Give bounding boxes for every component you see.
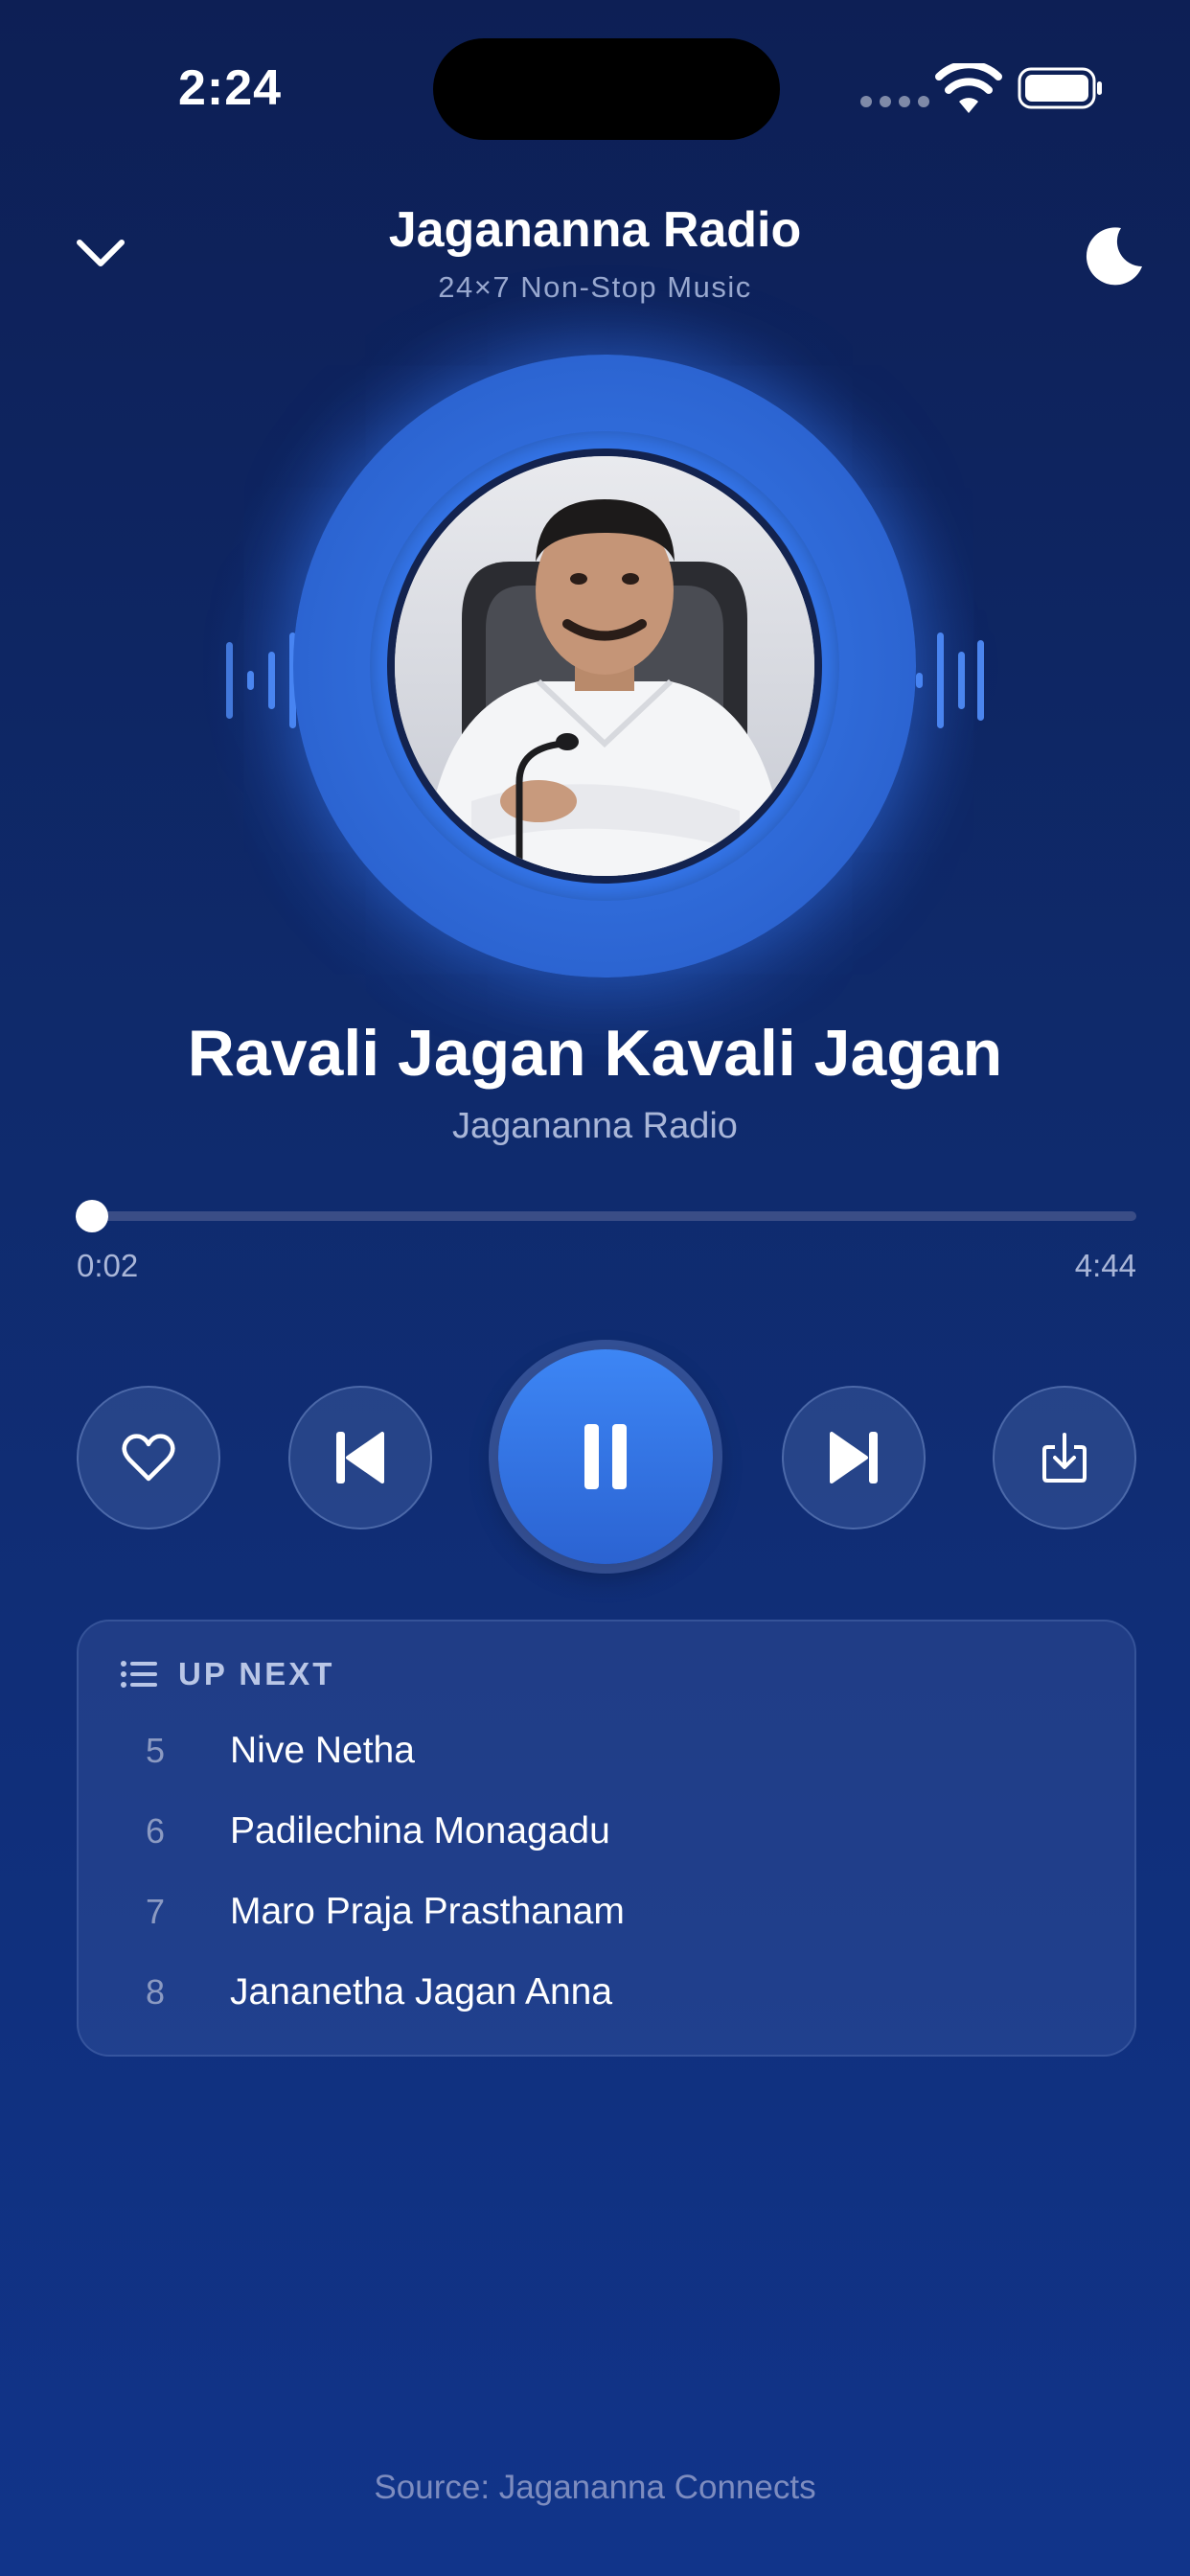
battery-icon: [1018, 67, 1102, 109]
list-icon: [121, 1661, 157, 1688]
download-button[interactable]: [993, 1386, 1136, 1530]
wifi-icon: [935, 63, 1002, 113]
cellular-signal-icon: [860, 96, 929, 107]
up-next-heading: UP NEXT: [178, 1656, 335, 1691]
queue-item-title: Padilechina Monagadu: [230, 1810, 610, 1852]
total-duration: 4:44: [1074, 1248, 1136, 1283]
theme-toggle-button[interactable]: [1079, 222, 1148, 291]
favorite-button[interactable]: [77, 1386, 220, 1530]
heart-icon: [122, 1434, 175, 1482]
queue-item[interactable]: 8 Jananetha Jagan Anna: [79, 1959, 1134, 2026]
skip-previous-icon: [336, 1432, 384, 1484]
pause-button[interactable]: [498, 1349, 713, 1564]
previous-button[interactable]: [288, 1386, 432, 1530]
progress-slider[interactable]: [75, 1200, 1136, 1232]
queue-item-title: Nive Netha: [230, 1730, 415, 1771]
queue-item-title: Maro Praja Prasthanam: [230, 1891, 625, 1932]
progress-knob[interactable]: [75, 1200, 108, 1232]
queue-item[interactable]: 5 Nive Netha: [79, 1717, 1134, 1784]
download-icon: [1042, 1433, 1087, 1483]
queue-item-number: 8: [145, 1972, 166, 2012]
track-title: Ravali Jagan Kavali Jagan: [187, 1017, 1003, 1090]
queue-item[interactable]: 6 Padilechina Monagadu: [79, 1798, 1134, 1865]
track-artist: Jagananna Radio: [452, 1106, 738, 1146]
skip-next-icon: [830, 1432, 878, 1484]
artist-photo: [387, 448, 822, 884]
dynamic-island: [433, 38, 780, 140]
queue-item-number: 7: [145, 1892, 166, 1931]
up-next-panel: UP NEXT 5 Nive Netha 6 Padilechina Monag…: [77, 1620, 1136, 2057]
queue-item-number: 6: [145, 1811, 166, 1851]
queue-item-title: Jananetha Jagan Anna: [230, 1971, 613, 2012]
pause-icon: [584, 1424, 627, 1489]
moon-icon: [1086, 227, 1142, 286]
source-credit: Source: Jagananna Connects: [374, 2469, 816, 2506]
status-time: 2:24: [178, 60, 283, 116]
station-title: Jagananna Radio: [388, 202, 802, 258]
elapsed-time: 0:02: [77, 1248, 139, 1283]
next-button[interactable]: [782, 1386, 926, 1530]
queue-item-number: 5: [145, 1731, 166, 1770]
queue-item[interactable]: 7 Maro Praja Prasthanam: [79, 1878, 1134, 1945]
